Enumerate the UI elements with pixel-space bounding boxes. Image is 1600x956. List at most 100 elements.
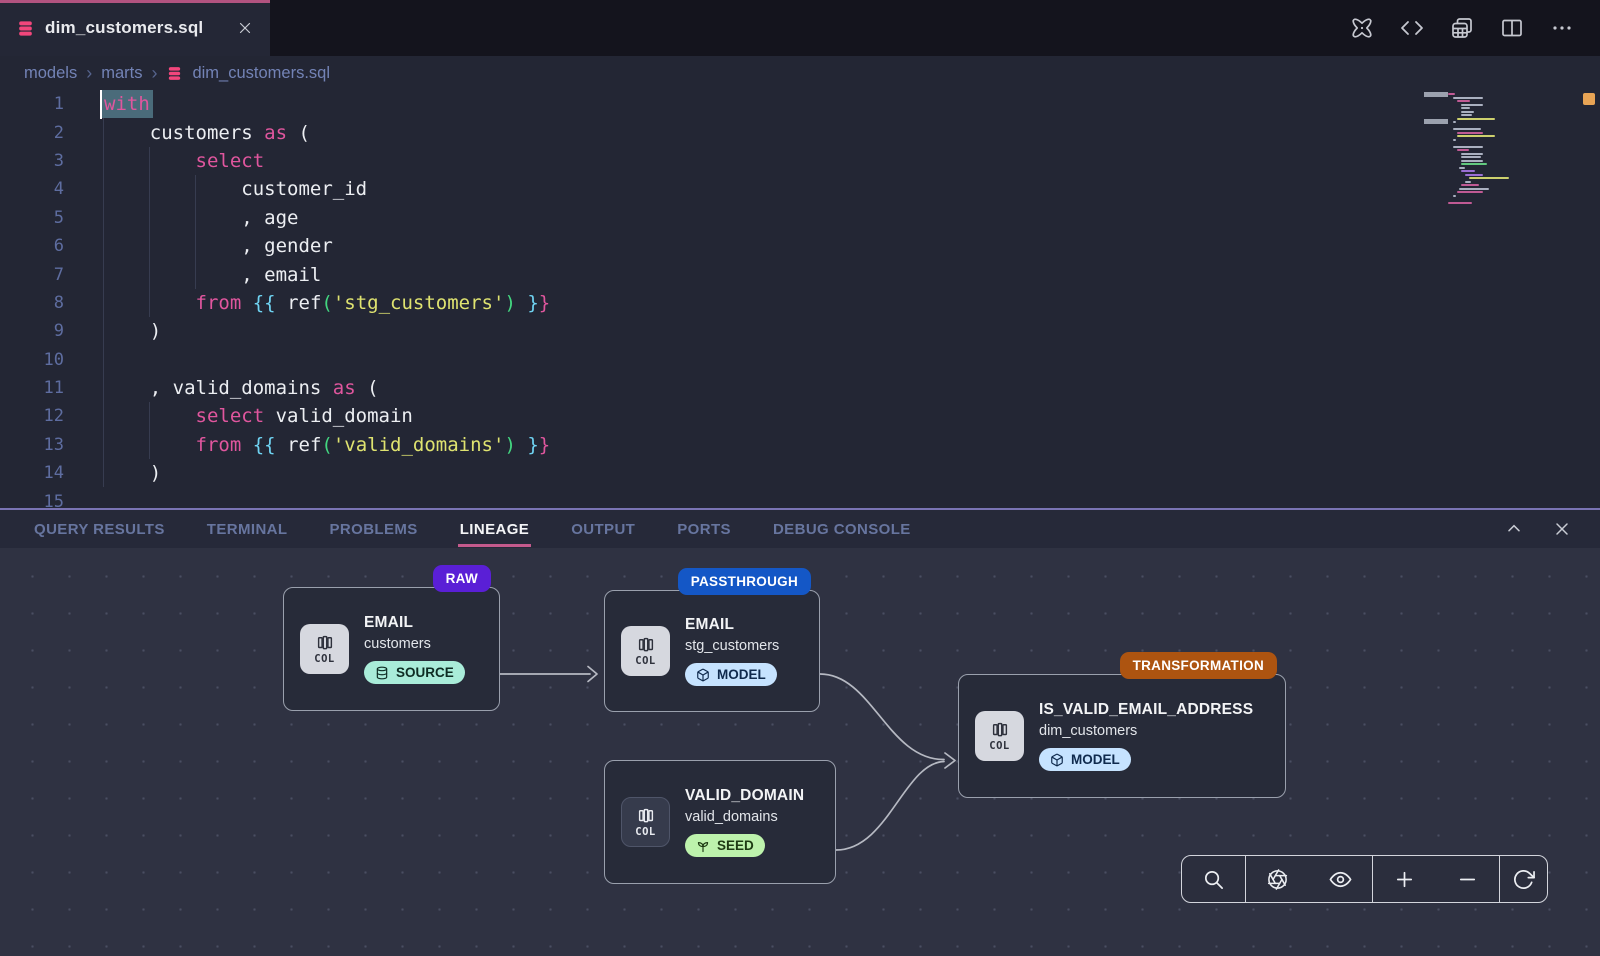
code-icon[interactable] — [1400, 16, 1424, 40]
code-line[interactable]: 5 , age — [0, 204, 1600, 232]
minimap-line — [1453, 128, 1481, 130]
lineage-node-valid_domains[interactable]: COLVALID_DOMAINvalid_domainsSEED — [604, 760, 836, 884]
code-text: , age — [104, 207, 298, 229]
minimap-line — [1461, 153, 1483, 155]
sprout-icon — [696, 839, 710, 853]
more-icon[interactable] — [1550, 16, 1574, 40]
code-line[interactable]: 3 select — [0, 147, 1600, 175]
code-line[interactable]: 10 — [0, 346, 1600, 374]
panel-tab-debug-console[interactable]: DEBUG CONSOLE — [771, 512, 913, 547]
toolbar-group — [1246, 856, 1373, 902]
close-panel-icon[interactable] — [1552, 519, 1572, 539]
node-tag-badge: RAW — [433, 565, 491, 592]
breadcrumb-item-models[interactable]: models — [24, 64, 77, 83]
minimap-line — [1453, 195, 1456, 197]
code-text: from {{ ref('valid_domains') }} — [104, 434, 550, 456]
indent-guide — [149, 402, 150, 459]
columns-icon — [991, 721, 1009, 739]
lineage-node-dim_customers[interactable]: TRANSFORMATIONCOLIS_VALID_EMAIL_ADDRESSd… — [958, 674, 1286, 798]
line-number: 5 — [0, 208, 64, 228]
code-lines: 1with2 customers as (3 select4 customer_… — [0, 90, 1600, 508]
minimap-line — [1448, 202, 1472, 204]
line-number: 2 — [0, 123, 64, 143]
minimap[interactable] — [1424, 90, 1600, 370]
code-line[interactable]: 2 customers as ( — [0, 118, 1600, 146]
node-info: EMAILcustomersSOURCE — [364, 614, 465, 684]
minimap-line — [1459, 188, 1489, 190]
node-model-name: stg_customers — [685, 638, 779, 654]
breadcrumb-file[interactable]: dim_customers.sql — [192, 64, 330, 83]
zoom-in-button[interactable] — [1373, 856, 1436, 902]
minimap-line — [1457, 149, 1469, 151]
minimap-selection-marker — [1424, 92, 1448, 97]
close-tab-icon[interactable] — [236, 19, 254, 37]
code-line[interactable]: 4 customer_id — [0, 175, 1600, 203]
code-line[interactable]: 7 , email — [0, 260, 1600, 288]
code-line[interactable]: 13 from {{ ref('valid_domains') }} — [0, 431, 1600, 459]
cube-icon — [1050, 753, 1064, 767]
panel-tab-ports[interactable]: PORTS — [675, 512, 733, 547]
resource-badge-seed: SEED — [685, 834, 765, 857]
breadcrumb: models›marts›dim_customers.sql — [0, 56, 1600, 90]
eye-button[interactable] — [1309, 856, 1372, 902]
database-icon — [166, 65, 183, 82]
column-chip: COL — [975, 711, 1024, 761]
node-tag-badge: TRANSFORMATION — [1120, 652, 1277, 679]
line-number: 3 — [0, 151, 64, 171]
zoom-out-button[interactable] — [1436, 856, 1499, 902]
dbt-icon[interactable] — [1350, 16, 1374, 40]
editor-tab-bar: dim_customers.sql — [0, 0, 1600, 56]
indent-guide — [195, 175, 196, 289]
code-line[interactable]: 12 select valid_domain — [0, 402, 1600, 430]
minimap-line — [1461, 156, 1481, 158]
code-text: customer_id — [104, 178, 367, 200]
lineage-node-stg_customers[interactable]: PASSTHROUGHCOLEMAILstg_customersMODEL — [604, 590, 820, 712]
panel-tab-problems[interactable]: PROBLEMS — [327, 512, 419, 547]
search-button[interactable] — [1182, 856, 1245, 902]
code-line[interactable]: 9 ) — [0, 317, 1600, 345]
code-line[interactable]: 1with — [0, 90, 1600, 118]
database-icon — [16, 19, 35, 38]
lineage-node-customers[interactable]: RAWCOLEMAILcustomersSOURCE — [283, 587, 500, 711]
code-line[interactable]: 15 — [0, 487, 1600, 508]
panel-tab-output[interactable]: OUTPUT — [569, 512, 637, 547]
indent-guide — [149, 147, 150, 317]
tab-dim-customers-sql[interactable]: dim_customers.sql — [0, 0, 270, 56]
code-line[interactable]: 8 from {{ ref('stg_customers') }} — [0, 289, 1600, 317]
node-info: IS_VALID_EMAIL_ADDRESSdim_customersMODEL — [1039, 701, 1253, 771]
refresh-button[interactable] — [1500, 856, 1547, 902]
minimap-line — [1461, 111, 1474, 113]
resource-label: MODEL — [717, 667, 766, 682]
node-model-name: dim_customers — [1039, 723, 1137, 739]
code-line[interactable]: 6 , gender — [0, 232, 1600, 260]
code-line[interactable]: 14 ) — [0, 459, 1600, 487]
breadcrumb-item-marts[interactable]: marts — [101, 64, 142, 83]
panel-tab-lineage[interactable]: LINEAGE — [458, 512, 531, 547]
columns-icon — [637, 636, 655, 654]
aperture-button[interactable] — [1246, 856, 1309, 902]
resource-badge-model: MODEL — [685, 663, 777, 686]
minimap-line — [1461, 104, 1483, 106]
line-number: 13 — [0, 435, 64, 455]
toolbar-group — [1373, 856, 1500, 902]
code-text: select valid_domain — [104, 405, 413, 427]
minimap-line — [1457, 118, 1495, 120]
panel-tab-query-results[interactable]: QUERY RESULTS — [32, 512, 167, 547]
lineage-canvas[interactable]: RAWCOLEMAILcustomersSOURCEPASSTHROUGHCOL… — [0, 548, 1600, 956]
code-editor[interactable]: 1with2 customers as (3 select4 customer_… — [0, 90, 1600, 508]
active-tab-accent — [0, 0, 270, 3]
split-editor-icon[interactable] — [1500, 16, 1524, 40]
minimap-line — [1465, 181, 1471, 183]
code-line[interactable]: 11 , valid_domains as ( — [0, 374, 1600, 402]
chip-label: COL — [635, 826, 655, 838]
panel-tab-terminal[interactable]: TERMINAL — [205, 512, 290, 547]
minimap-line — [1461, 170, 1475, 172]
copy-table-icon[interactable] — [1450, 16, 1474, 40]
minimap-code — [1448, 93, 1509, 204]
minimap-line — [1461, 163, 1487, 165]
line-number: 8 — [0, 293, 64, 313]
resource-label: SEED — [717, 838, 754, 853]
column-chip: COL — [621, 797, 670, 847]
collapse-panel-icon[interactable] — [1504, 519, 1524, 539]
line-number: 1 — [0, 94, 64, 114]
